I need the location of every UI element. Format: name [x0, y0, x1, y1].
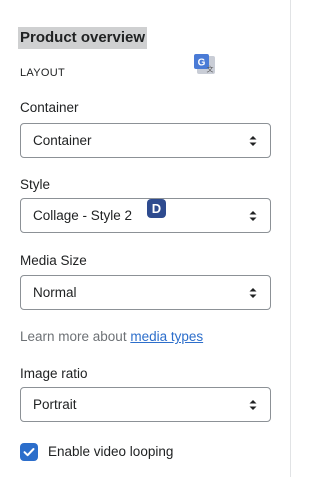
- settings-panel: Product overview LAYOUT G 文 Container Co…: [0, 0, 291, 477]
- container-label: Container: [20, 100, 79, 115]
- enable-video-looping-label: Enable video looping: [48, 444, 174, 459]
- container-select-value: Container: [33, 133, 92, 148]
- image-ratio-select[interactable]: Portrait: [20, 387, 271, 422]
- svg-text:G: G: [198, 58, 206, 69]
- container-select[interactable]: Container: [20, 123, 271, 158]
- style-select-value: Collage - Style 2: [33, 208, 133, 223]
- panel-title: Product overview: [18, 27, 148, 49]
- enable-video-looping-checkbox[interactable]: [20, 443, 38, 461]
- style-label: Style: [20, 177, 51, 192]
- image-ratio-select-value: Portrait: [33, 397, 77, 412]
- select-chevrons-icon: [249, 211, 257, 221]
- media-size-select-value: Normal: [33, 285, 77, 300]
- select-chevrons-icon: [249, 136, 257, 146]
- translate-icon[interactable]: G 文: [193, 53, 217, 75]
- select-chevrons-icon: [249, 288, 257, 298]
- media-types-link[interactable]: media types: [130, 329, 203, 344]
- select-chevrons-icon: [249, 400, 257, 410]
- media-size-label: Media Size: [20, 253, 87, 268]
- image-ratio-label: Image ratio: [20, 366, 88, 381]
- checkmark-icon: [23, 448, 35, 457]
- section-heading-layout: LAYOUT: [20, 67, 65, 79]
- media-size-select[interactable]: Normal: [20, 275, 271, 310]
- media-types-help-text: Learn more about media types: [20, 329, 203, 344]
- svg-text:文: 文: [207, 65, 214, 74]
- style-select[interactable]: Collage - Style 2: [20, 198, 271, 233]
- help-text-prefix: Learn more about: [20, 329, 131, 344]
- extension-badge-icon[interactable]: D: [147, 199, 166, 218]
